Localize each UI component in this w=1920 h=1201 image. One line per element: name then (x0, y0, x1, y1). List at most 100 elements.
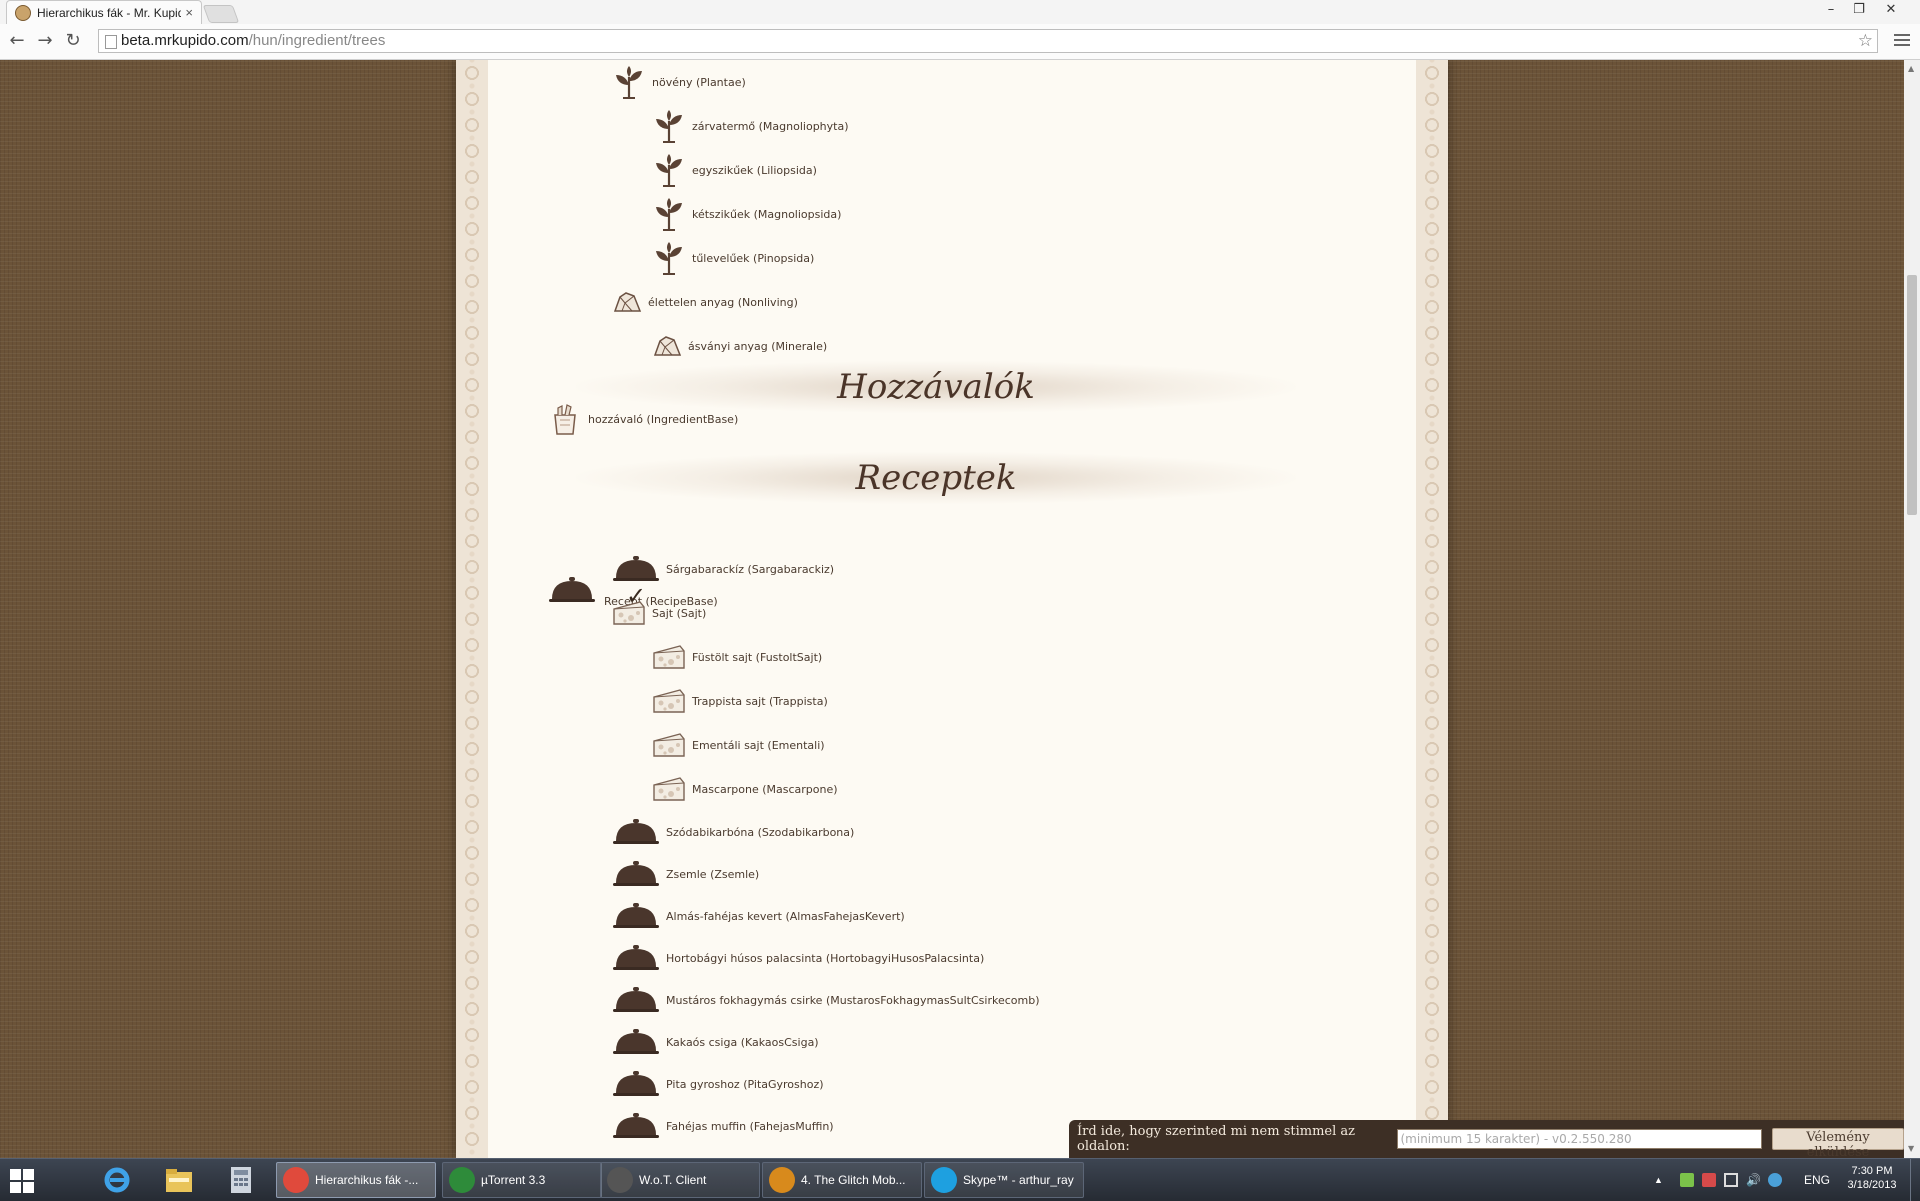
tree-item[interactable]: Mustáros fokhagymás csirke (MustarosFokh… (612, 982, 1039, 1018)
windows-start-icon[interactable] (10, 1169, 34, 1193)
internet-explorer-icon[interactable] (98, 1164, 136, 1196)
new-tab-button[interactable] (202, 5, 240, 23)
scrollbar-thumb[interactable] (1907, 275, 1917, 515)
close-tab-icon[interactable]: × (185, 5, 193, 20)
cloche-icon (548, 575, 596, 605)
volume-icon[interactable]: 🔊 (1746, 1173, 1761, 1187)
scroll-up-icon[interactable]: ▲ (1908, 64, 1914, 73)
file-explorer-icon[interactable] (160, 1164, 198, 1196)
language-indicator[interactable]: ENG (1804, 1159, 1830, 1201)
clock-time: 7:30 PM (1851, 1165, 1893, 1177)
tree-item-label: Kakaós csiga (KakaosCsiga) (666, 1035, 819, 1049)
taskbar-button[interactable]: W.o.T. Client (600, 1162, 760, 1198)
tree-item[interactable]: Pita gyroshoz (PitaGyroshoz) (612, 1066, 824, 1102)
tab-title: Hierarchikus fák - Mr. Kupido (37, 5, 182, 20)
feedback-question: Írd ide, hogy szerinted mi nem stimmel a… (1077, 1124, 1356, 1154)
browser-titlebar: Hierarchikus fák - Mr. Kupido × – ❐ ✕ (0, 0, 1920, 24)
taskbar-button[interactable]: µTorrent 3.3 (442, 1162, 602, 1198)
tree-item[interactable]: ásványi anyag (Minerale) (652, 328, 827, 364)
tree-item-label: Szódabikarbóna (Szodabikarbona) (666, 825, 855, 839)
tree-item-label: zárvatermő (Magnoliophyta) (692, 119, 849, 133)
cloche-icon (612, 1027, 660, 1057)
forward-button[interactable]: → (34, 30, 56, 52)
tree-item-label: tűlevelűek (Pinopsida) (692, 251, 815, 265)
feedback-input[interactable] (1396, 1129, 1763, 1149)
tree-item[interactable]: Mascarpone (Mascarpone) (652, 771, 838, 807)
feedback-submit-button[interactable]: Vélemény elküldése (1772, 1128, 1904, 1160)
cloche-icon (612, 1069, 660, 1099)
tree-item-label: Zsemle (Zsemle) (666, 867, 760, 881)
tray-app-icon[interactable] (1680, 1173, 1694, 1187)
address-bar[interactable]: beta.mrkupido.com/hun/ingredient/trees ☆ (98, 29, 1878, 53)
cloche-icon (612, 817, 660, 847)
reload-button[interactable]: ↻ (62, 30, 84, 52)
taskbar-button-label: Skype™ - arthur_ray (963, 1173, 1074, 1187)
ornament-border-left (456, 60, 488, 1158)
tree-item-label: Mascarpone (Mascarpone) (692, 782, 838, 796)
minimize-button[interactable]: – (1818, 0, 1844, 20)
tree-item[interactable]: zárvatermő (Magnoliophyta) (652, 108, 849, 144)
plant-icon (612, 65, 646, 99)
bookmark-star-icon[interactable]: ☆ (1858, 30, 1873, 52)
network-icon[interactable] (1768, 1173, 1782, 1187)
tree-item[interactable]: kétszikűek (Magnoliopsida) (652, 196, 841, 232)
taskbar-button-label: W.o.T. Client (639, 1173, 707, 1187)
cheese-icon (652, 643, 686, 671)
page-scrollbar[interactable]: ▲ ▼ (1904, 60, 1920, 1158)
cloche-icon (612, 1111, 660, 1141)
plant-icon (652, 197, 686, 231)
tree-item-label: Trappista sajt (Trappista) (692, 694, 828, 708)
taskbar-button[interactable]: Hierarchikus fák -... (276, 1162, 436, 1198)
cheese-icon (652, 731, 686, 759)
mineral-icon (612, 291, 642, 313)
tree-item[interactable]: Zsemle (Zsemle) (612, 856, 759, 892)
tree-item[interactable]: egyszikűek (Liliopsida) (652, 152, 817, 188)
taskbar-button[interactable]: 4. The Glitch Mob... (762, 1162, 922, 1198)
tree-item[interactable]: Sárgabarackíz (Sargabarackiz) (612, 551, 834, 587)
tree-item[interactable]: élettelen anyag (Nonliving) (612, 284, 798, 320)
tree-item-label: növény (Plantae) (652, 75, 746, 89)
tree-item[interactable]: Hortobágyi húsos palacsinta (HortobagyiH… (612, 940, 984, 976)
scroll-down-icon[interactable]: ▼ (1908, 1144, 1914, 1153)
tray-flag-icon[interactable] (1702, 1173, 1716, 1187)
url-text: beta.mrkupido.com/hun/ingredient/trees (121, 30, 385, 52)
page-icon (105, 35, 117, 49)
show-desktop-button[interactable] (1910, 1159, 1920, 1201)
tree-item[interactable]: Almás-fahéjas kevert (AlmasFahejasKevert… (612, 898, 905, 934)
mineral-icon (652, 335, 682, 357)
tree-item[interactable]: Sajt (Sajt) (612, 595, 706, 631)
tree-item-label: Füstölt sajt (FustoltSajt) (692, 650, 823, 664)
tree-item-label: hozzávaló (IngredientBase) (588, 412, 739, 426)
mrkupido-favicon-icon (15, 4, 31, 21)
tab-hierarchikus-fak[interactable]: Hierarchikus fák - Mr. Kupido × (6, 0, 202, 24)
taskbar-button[interactable]: Skype™ - arthur_ray (924, 1162, 1084, 1198)
tree-item[interactable]: tűlevelűek (Pinopsida) (652, 240, 814, 276)
tree-item[interactable]: Ementáli sajt (Ementali) (652, 727, 825, 763)
tree-item[interactable]: Füstölt sajt (FustoltSajt) (652, 639, 822, 675)
tree-item[interactable]: Kakaós csiga (KakaosCsiga) (612, 1024, 819, 1060)
taskbar-button-label: 4. The Glitch Mob... (801, 1173, 906, 1187)
chrome-menu-icon[interactable] (1894, 31, 1910, 49)
tree-item-label: kétszikűek (Magnoliopsida) (692, 207, 842, 221)
wot-icon (607, 1167, 633, 1193)
cheese-icon (652, 687, 686, 715)
tray-monitor-icon[interactable] (1724, 1173, 1738, 1187)
tree-item[interactable]: Fahéjas muffin (FahejasMuffin) (612, 1108, 834, 1144)
ornament-border-right (1416, 60, 1448, 1158)
tree-item[interactable]: Trappista sajt (Trappista) (652, 683, 828, 719)
windows-taskbar: Hierarchikus fák -... µTorrent 3.3 W.o.T. … (0, 1158, 1920, 1201)
tree-item[interactable]: Szódabikarbóna (Szodabikarbona) (612, 814, 854, 850)
tree-item-label: ásványi anyag (Minerale) (688, 339, 828, 353)
back-button[interactable]: ← (6, 30, 28, 52)
restore-button[interactable]: ❐ (1846, 0, 1872, 20)
cloche-icon (612, 901, 660, 931)
clock[interactable]: 7:30 PM 3/18/2013 (1842, 1159, 1902, 1201)
taskbar-button-label: µTorrent 3.3 (481, 1173, 546, 1187)
tree-item-ingredientbase[interactable]: hozzávaló (IngredientBase) (548, 401, 738, 437)
section-title-recipes: Receptek (576, 452, 1296, 504)
tray-overflow-chevron[interactable]: ▲ (1654, 1159, 1663, 1201)
cheese-icon (652, 775, 686, 803)
close-window-button[interactable]: ✕ (1878, 0, 1904, 20)
tree-item[interactable]: növény (Plantae) (612, 64, 746, 100)
calculator-icon[interactable] (222, 1164, 260, 1196)
